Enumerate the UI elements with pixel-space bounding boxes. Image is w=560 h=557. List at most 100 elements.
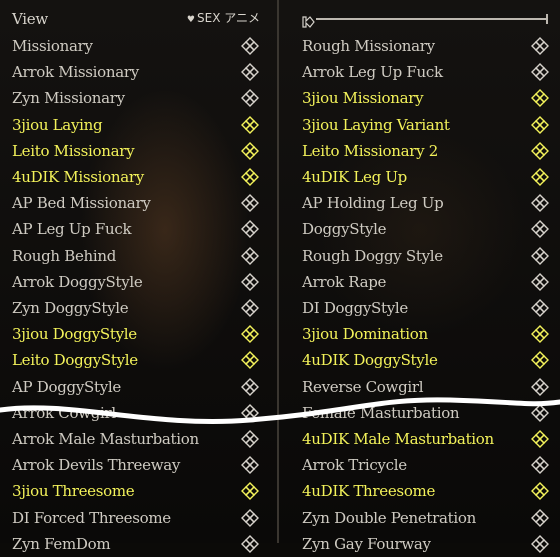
animation-name: 3jiou Missionary: [302, 89, 424, 108]
interlocked-diamond-icon[interactable]: [531, 194, 549, 213]
animation-list-item[interactable]: Arrok Tricycle: [280, 452, 560, 478]
interlocked-diamond-icon[interactable]: [241, 377, 259, 396]
animation-list-item[interactable]: Zyn Missionary: [0, 85, 276, 111]
interlocked-diamond-icon[interactable]: [531, 63, 549, 82]
interlocked-diamond-icon[interactable]: [531, 89, 549, 108]
animation-list-item[interactable]: Rough Behind: [0, 243, 276, 269]
interlocked-diamond-icon[interactable]: [241, 351, 259, 370]
animation-name: Leito DoggyStyle: [12, 351, 138, 370]
slider-handle-icon[interactable]: [302, 13, 316, 28]
interlocked-diamond-icon[interactable]: [531, 430, 549, 448]
animation-list-item[interactable]: 4uDIK Threesome: [280, 478, 560, 504]
animation-name: 4uDIK Missionary: [12, 168, 144, 186]
animation-list-item[interactable]: Zyn FemDom: [0, 531, 276, 557]
animation-list-item[interactable]: AP Leg Up Fuck: [0, 216, 276, 242]
interlocked-diamond-icon[interactable]: [531, 456, 549, 475]
animation-list-item[interactable]: 4uDIK Male Masturbation: [280, 426, 560, 452]
interlocked-diamond-icon[interactable]: [531, 403, 549, 422]
interlocked-diamond-icon[interactable]: [241, 37, 259, 55]
animation-list-item[interactable]: Arrok Cowgirl: [0, 400, 276, 426]
interlocked-diamond-icon[interactable]: [241, 482, 259, 501]
interlocked-diamond-icon[interactable]: [241, 168, 259, 186]
animation-name: DoggyStyle: [302, 220, 387, 239]
interlocked-diamond-icon[interactable]: [531, 272, 549, 291]
interlocked-diamond-icon[interactable]: [531, 482, 549, 501]
animation-list-item[interactable]: DI DoggyStyle: [280, 295, 560, 321]
interlocked-diamond-icon[interactable]: [241, 89, 259, 108]
animation-list-item[interactable]: Arrok DoggyStyle: [0, 269, 276, 295]
animation-list-item[interactable]: Leito DoggyStyle: [0, 347, 276, 373]
animation-name: 3jiou Threesome: [12, 482, 135, 501]
animation-name: AP Leg Up Fuck: [12, 220, 132, 239]
animation-list-item[interactable]: 3jiou Laying Variant: [280, 112, 560, 138]
interlocked-diamond-icon[interactable]: [241, 141, 259, 160]
interlocked-diamond-icon[interactable]: [241, 194, 259, 213]
interlocked-diamond-icon[interactable]: [531, 299, 549, 317]
animation-name: Zyn FemDom: [12, 534, 111, 553]
animation-list-item[interactable]: AP Holding Leg Up: [280, 190, 560, 216]
top-slider[interactable]: [302, 13, 548, 28]
sex-anime-label[interactable]: ♥ SEX アニメ: [187, 9, 260, 26]
animation-list-item[interactable]: Zyn DoggyStyle: [0, 295, 276, 321]
interlocked-diamond-icon[interactable]: [531, 377, 549, 396]
animation-list-item[interactable]: Arrok Rape: [280, 269, 560, 295]
interlocked-diamond-icon[interactable]: [531, 141, 549, 160]
animation-name: 3jiou Laying: [12, 115, 103, 134]
animation-list-item[interactable]: 3jiou DoggyStyle: [0, 321, 276, 347]
interlocked-diamond-icon[interactable]: [531, 508, 549, 527]
animation-list-item[interactable]: 4uDIK Missionary: [0, 164, 276, 190]
animation-list-item[interactable]: Zyn Double Penetration: [280, 505, 560, 531]
animation-name: Arrok Rape: [302, 272, 387, 291]
animation-list-item[interactable]: Rough Missionary: [280, 33, 560, 59]
animation-list-item[interactable]: AP Bed Missionary: [0, 190, 276, 216]
animation-name: 4uDIK DoggyStyle: [302, 351, 438, 370]
interlocked-diamond-icon[interactable]: [241, 272, 259, 291]
animation-list-item[interactable]: Arrok Male Masturbation: [0, 426, 276, 452]
animation-list-item[interactable]: Arrok Leg Up Fuck: [280, 59, 560, 85]
slider-track[interactable]: [316, 18, 548, 20]
interlocked-diamond-icon[interactable]: [531, 37, 549, 55]
animation-list-item[interactable]: 3jiou Threesome: [0, 478, 276, 504]
interlocked-diamond-icon[interactable]: [241, 456, 259, 475]
interlocked-diamond-icon[interactable]: [241, 220, 259, 239]
interlocked-diamond-icon[interactable]: [531, 220, 549, 239]
animation-list-item[interactable]: Arrok Devils Threeway: [0, 452, 276, 478]
interlocked-diamond-icon[interactable]: [531, 325, 549, 344]
animation-list-item[interactable]: Arrok Missionary: [0, 59, 276, 85]
interlocked-diamond-icon[interactable]: [531, 168, 549, 186]
animation-name: DI DoggyStyle: [302, 299, 409, 317]
animation-list-item[interactable]: Leito Missionary 2: [280, 138, 560, 164]
animation-list-item[interactable]: DI Forced Threesome: [0, 505, 276, 531]
animation-name: 3jiou DoggyStyle: [12, 325, 137, 344]
interlocked-diamond-icon[interactable]: [531, 351, 549, 370]
interlocked-diamond-icon[interactable]: [241, 246, 259, 265]
interlocked-diamond-icon[interactable]: [241, 115, 259, 134]
interlocked-diamond-icon[interactable]: [531, 115, 549, 134]
animation-name: Reverse Cowgirl: [302, 377, 424, 396]
animation-name: Rough Behind: [12, 246, 117, 265]
interlocked-diamond-icon[interactable]: [241, 63, 259, 82]
animation-list-item[interactable]: Leito Missionary: [0, 138, 276, 164]
interlocked-diamond-icon[interactable]: [241, 534, 259, 553]
interlocked-diamond-icon[interactable]: [241, 299, 259, 317]
animation-list-item[interactable]: 3jiou Domination: [280, 321, 560, 347]
animation-list-item[interactable]: Rough Doggy Style: [280, 243, 560, 269]
animation-list-item[interactable]: Reverse Cowgirl: [280, 374, 560, 400]
animation-list-item[interactable]: AP DoggyStyle: [0, 374, 276, 400]
interlocked-diamond-icon[interactable]: [241, 325, 259, 344]
animation-list-item[interactable]: 4uDIK Leg Up: [280, 164, 560, 190]
interlocked-diamond-icon[interactable]: [241, 403, 259, 422]
animation-name: Arrok Leg Up Fuck: [302, 63, 443, 82]
animation-list-item[interactable]: 3jiou Laying: [0, 112, 276, 138]
interlocked-diamond-icon[interactable]: [241, 430, 259, 448]
animation-list-item[interactable]: 4uDIK DoggyStyle: [280, 347, 560, 373]
animation-list-item[interactable]: DoggyStyle: [280, 216, 560, 242]
animation-list-item[interactable]: Zyn Gay Fourway: [280, 531, 560, 557]
animation-list-item[interactable]: Missionary: [0, 33, 276, 59]
interlocked-diamond-icon[interactable]: [241, 508, 259, 527]
animation-name: Rough Doggy Style: [302, 246, 443, 265]
interlocked-diamond-icon[interactable]: [531, 534, 549, 553]
animation-list-item[interactable]: 3jiou Missionary: [280, 85, 560, 111]
animation-list-item[interactable]: Female Masturbation: [280, 400, 560, 426]
interlocked-diamond-icon[interactable]: [531, 246, 549, 265]
